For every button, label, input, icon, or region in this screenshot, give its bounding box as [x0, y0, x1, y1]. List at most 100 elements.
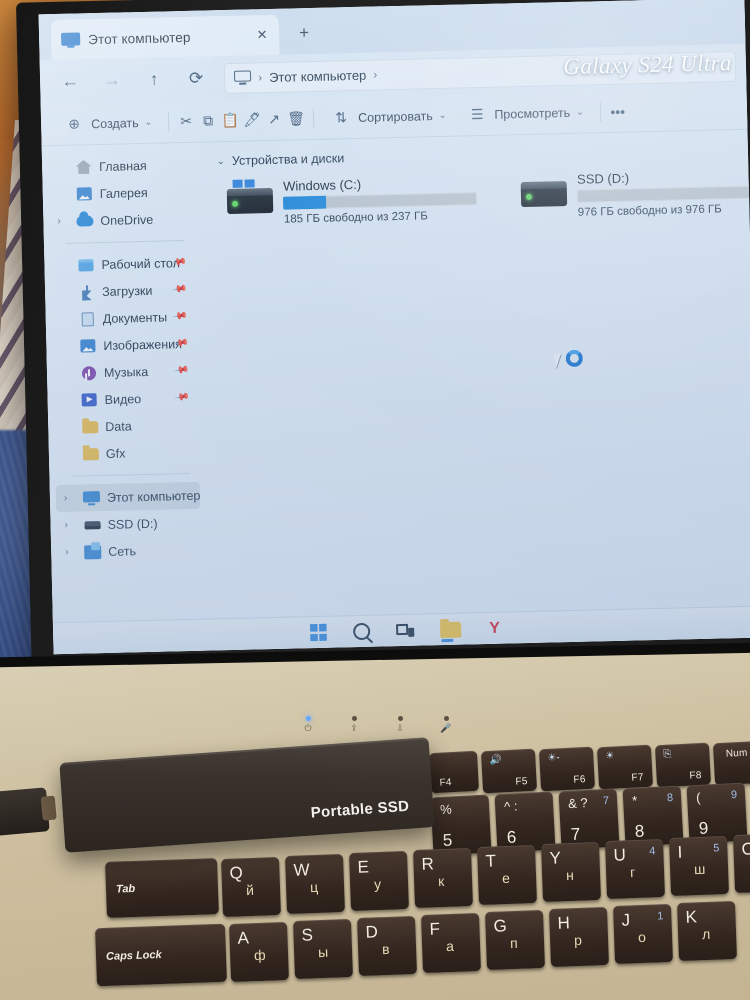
display-switch-icon: ⎘: [663, 748, 672, 761]
breadcrumb-separator-trailing: ›: [373, 67, 378, 82]
key-f6[interactable]: ☀- F6: [538, 746, 596, 792]
tab-this-pc[interactable]: Этот компьютер ✕: [50, 14, 280, 61]
task-view-icon[interactable]: [395, 623, 414, 637]
sidebar-item-gfx[interactable]: Gfx: [49, 438, 206, 469]
search-icon[interactable]: [352, 622, 370, 641]
sidebar-item-label: Загрузки: [101, 283, 153, 299]
sidebar-item-ssd-d[interactable]: › SSD (D:): [50, 509, 207, 540]
sidebar-item-desktop[interactable]: Рабочий стол 📌: [44, 249, 201, 280]
sort-icon: ⇅: [335, 109, 348, 126]
key-t[interactable]: T е: [477, 845, 537, 905]
sidebar-item-label: Data: [105, 418, 132, 434]
sidebar-item-onedrive[interactable]: › OneDrive: [43, 205, 200, 236]
key-o[interactable]: O щ: [733, 833, 750, 893]
key-j-latin: J: [621, 910, 631, 930]
new-tab-button[interactable]: +: [287, 18, 322, 49]
drive-item-ssd-d[interactable]: SSD (D:) 976 ГБ свободно из 976 ГБ: [521, 167, 750, 220]
up-icon[interactable]: ↑: [134, 63, 175, 96]
chevron-right-icon[interactable]: ›: [57, 216, 69, 227]
key-tab[interactable]: Tab: [105, 858, 219, 918]
key-d[interactable]: D в: [357, 916, 417, 976]
key-q[interactable]: Q й: [221, 857, 281, 917]
key-f5[interactable]: 🔊 F5: [480, 748, 538, 794]
pin-icon[interactable]: 📌: [173, 363, 189, 379]
mic-mute-led: 🎤: [438, 716, 454, 734]
key-k[interactable]: K л: [677, 901, 737, 961]
key-r-latin: R: [421, 854, 435, 874]
sidebar-item-network[interactable]: › Сеть: [51, 536, 208, 567]
delete-icon[interactable]: 🗑: [285, 104, 308, 135]
more-options-icon[interactable]: •••: [606, 96, 629, 127]
toolbar-divider-2: [312, 108, 315, 129]
key-i-latin: I: [677, 842, 683, 862]
key-e[interactable]: E у: [349, 851, 409, 911]
sidebar-item-data[interactable]: Data: [48, 411, 205, 442]
key-s[interactable]: S ы: [293, 919, 353, 979]
key-y[interactable]: Y н: [541, 842, 601, 902]
sidebar-item-label: OneDrive: [100, 212, 154, 228]
sidebar-item-this-pc[interactable]: › Этот компьютер: [55, 481, 201, 513]
sidebar-item-downloads[interactable]: Загрузки 📌: [45, 276, 202, 307]
chevron-right-icon[interactable]: ›: [65, 547, 77, 558]
sidebar-item-pictures[interactable]: Изображения 📌: [46, 330, 203, 361]
paste-icon[interactable]: 📋: [219, 105, 242, 136]
sidebar-item-home[interactable]: Главная: [42, 151, 199, 182]
pin-icon[interactable]: 📌: [174, 390, 190, 406]
sidebar-item-gallery[interactable]: Галерея: [42, 178, 199, 209]
key-9-numpad-digit: 9: [730, 788, 738, 802]
share-icon[interactable]: ↗: [263, 104, 286, 135]
key-caps-lock[interactable]: Caps Lock: [95, 923, 227, 987]
yandex-icon[interactable]: Y: [486, 619, 502, 637]
sidebar-item-label: Сеть: [108, 543, 137, 559]
sidebar-item-music[interactable]: Музыка 📌: [47, 357, 204, 388]
key-f-latin: F: [429, 919, 441, 939]
key-a[interactable]: A ф: [229, 922, 289, 982]
sort-button[interactable]: ⇅ Сортировать ⌄: [320, 100, 457, 133]
key-a-cyrillic: ф: [253, 946, 266, 964]
view-button[interactable]: ☰ Просмотреть ⌄: [456, 97, 594, 130]
computer-icon: [60, 31, 81, 48]
key-f4[interactable]: F4: [428, 750, 480, 794]
capacity-bar: [577, 185, 750, 203]
chevron-down-icon[interactable]: ⌄: [216, 156, 225, 167]
copy-icon[interactable]: ⧉: [197, 106, 220, 137]
sidebar-item-documents[interactable]: Документы 📌: [45, 303, 202, 334]
key-f[interactable]: F а: [421, 913, 481, 973]
key-f7[interactable]: ☀ F7: [596, 744, 654, 790]
sidebar-item-label: Этот компьютер: [106, 488, 201, 505]
chevron-right-icon[interactable]: ›: [64, 493, 76, 504]
key-r[interactable]: R к: [413, 848, 473, 908]
num-lock-led: ⇩: [392, 716, 408, 734]
brightness-down-icon: ☀-: [547, 752, 560, 765]
key-f8[interactable]: ⎘ F8: [654, 742, 712, 788]
sidebar-item-videos[interactable]: Видео 📌: [47, 384, 204, 415]
sidebar-item-label: Изображения: [103, 336, 183, 353]
pin-icon[interactable]: 📌: [171, 282, 187, 298]
chevron-right-icon[interactable]: ›: [64, 520, 76, 531]
drive-item-windows-c[interactable]: Windows (C:) 185 ГБ свободно из 237 ГБ: [227, 174, 478, 227]
back-icon[interactable]: ←: [50, 65, 91, 98]
key-e-cyrillic: у: [373, 875, 382, 893]
pin-icon[interactable]: 📌: [172, 309, 188, 325]
rename-icon[interactable]: 🖊: [241, 105, 264, 136]
windows-icon[interactable]: [309, 623, 327, 642]
key-y-cyrillic: н: [565, 866, 575, 884]
close-icon[interactable]: ✕: [251, 24, 274, 47]
breadcrumb-current[interactable]: Этот компьютер: [269, 67, 367, 84]
key-f8-label: F8: [689, 770, 702, 782]
key-w[interactable]: W ц: [285, 854, 345, 914]
new-button[interactable]: ⊕ Создать ⌄: [53, 107, 163, 140]
key-h[interactable]: H р: [549, 907, 609, 967]
group-header-devices-and-drives[interactable]: ⌄ Устройства и диски: [216, 141, 750, 168]
volume-icon: 🔊: [489, 754, 503, 767]
forward-icon[interactable]: →: [92, 64, 133, 97]
cut-icon[interactable]: ✂: [175, 106, 198, 137]
key-g[interactable]: G п: [485, 910, 545, 970]
refresh-icon[interactable]: ⟳: [176, 62, 217, 95]
key-num-lock[interactable]: Num Lk: [712, 740, 750, 786]
drive-body: [521, 180, 568, 208]
key-u[interactable]: U 4 г: [605, 839, 665, 899]
key-j[interactable]: J 1 о: [613, 904, 673, 964]
folder-icon[interactable]: [439, 621, 461, 638]
key-i[interactable]: I 5 ш: [669, 836, 729, 896]
